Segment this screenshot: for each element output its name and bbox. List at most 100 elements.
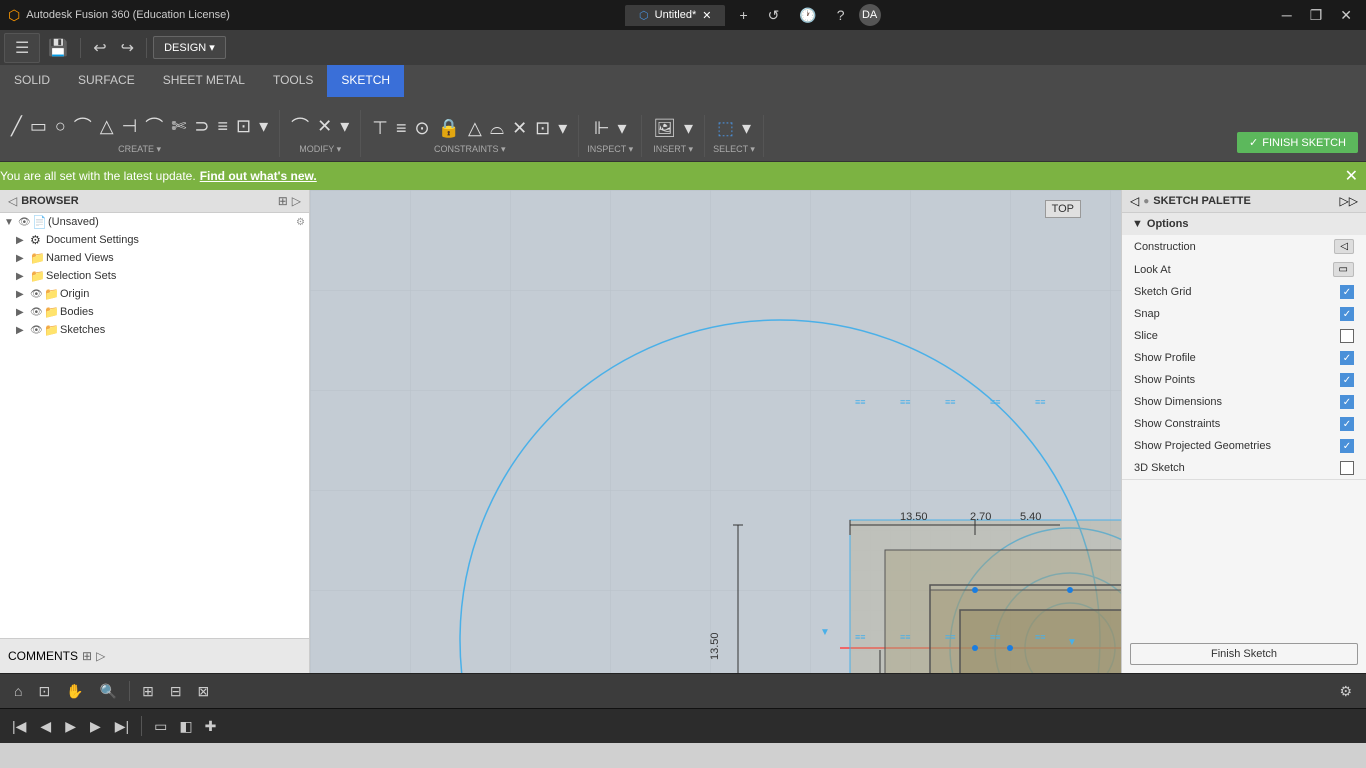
palette-row-snap[interactable]: Snap ✓: [1122, 303, 1366, 325]
text-tool-button[interactable]: ≡: [214, 113, 231, 140]
tree-item-selection-sets[interactable]: ▶ 📁 Selection Sets: [0, 267, 309, 285]
sketch-dim-button[interactable]: ⊡: [233, 113, 254, 140]
timeline-play-button[interactable]: ▶: [61, 716, 80, 737]
tree-arrow-root[interactable]: ▼: [4, 217, 18, 228]
fillet-button[interactable]: ⌒: [288, 110, 312, 142]
rect-tool-button[interactable]: ▭: [27, 113, 50, 140]
redo-button[interactable]: ↪: [115, 34, 140, 62]
palette-row-show-projected[interactable]: Show Projected Geometries ✓: [1122, 435, 1366, 457]
grid-display-button[interactable]: ⊟: [164, 679, 188, 704]
timeline-start-button[interactable]: |◀: [8, 716, 30, 737]
tree-eye-bodies[interactable]: 👁: [30, 307, 44, 318]
restore-button[interactable]: ❐: [1304, 5, 1329, 26]
file-menu-button[interactable]: ☰: [4, 33, 40, 63]
construction-icon-button[interactable]: ◁: [1334, 239, 1354, 254]
mirror-tool-button[interactable]: ⊣: [119, 113, 141, 140]
concentric-button[interactable]: ⊙: [411, 115, 432, 142]
show-dimensions-checkbox[interactable]: ✓: [1340, 395, 1354, 409]
palette-row-show-dimensions[interactable]: Show Dimensions ✓: [1122, 391, 1366, 413]
settings-button[interactable]: ⚙: [1333, 679, 1358, 704]
new-tab-button[interactable]: +: [733, 5, 753, 25]
project-tool-button[interactable]: ⊃: [191, 113, 212, 140]
user-avatar[interactable]: DA: [859, 4, 881, 26]
undo-button[interactable]: ↩: [87, 34, 112, 62]
show-profile-checkbox[interactable]: ✓: [1340, 351, 1354, 365]
tab-sketch[interactable]: SKETCH: [327, 65, 404, 97]
notification-close-button[interactable]: ✕: [1345, 166, 1358, 186]
line-tool-button[interactable]: ╱: [8, 113, 25, 140]
tab-surface[interactable]: SURFACE: [64, 65, 149, 97]
tab-tools[interactable]: TOOLS: [259, 65, 327, 97]
palette-expand-button[interactable]: ▷▷: [1340, 194, 1358, 208]
minimize-button[interactable]: ─: [1276, 5, 1298, 25]
more-insert-button[interactable]: ▾: [681, 115, 696, 142]
look-at-icon-button[interactable]: ▭: [1333, 262, 1354, 277]
close-button[interactable]: ✕: [1334, 5, 1358, 26]
design-menu-button[interactable]: DESIGN ▾: [153, 36, 226, 59]
tab-close-icon[interactable]: ✕: [702, 9, 711, 22]
tree-arrow-sketches[interactable]: ▶: [16, 325, 30, 336]
home-view-button[interactable]: ⌂: [8, 679, 28, 703]
offset-tool-button[interactable]: ⌒: [142, 110, 166, 142]
measure-button[interactable]: ⊩: [591, 115, 613, 142]
environment-button[interactable]: ⊠: [192, 679, 216, 704]
fit-button[interactable]: ⊡: [32, 679, 56, 704]
palette-row-look-at[interactable]: Look At ▭: [1122, 258, 1366, 281]
notification-link[interactable]: Find out what's new.: [200, 169, 317, 183]
timeline-icon-3[interactable]: ✚: [201, 716, 221, 737]
more-select-button[interactable]: ▾: [739, 115, 754, 142]
tree-item-origin[interactable]: ▶ 👁 📁 Origin: [0, 285, 309, 303]
more-modify-button[interactable]: ▾: [337, 113, 352, 140]
tree-eye-root[interactable]: 👁: [18, 217, 32, 228]
more-constraints-button[interactable]: ▾: [555, 115, 570, 142]
tab-untitled[interactable]: ⬡ Untitled* ✕: [625, 5, 725, 26]
collinear-button[interactable]: ≡: [393, 115, 410, 142]
fix-button[interactable]: 🔒: [435, 115, 463, 142]
show-points-checkbox[interactable]: ✓: [1340, 373, 1354, 387]
canvas-area[interactable]: 13.50 2.70 5.40 5.40 13.50 8.: [310, 190, 1121, 673]
tangent-button[interactable]: ⌓: [487, 115, 507, 142]
save-button[interactable]: 💾: [42, 34, 74, 62]
more-create-button[interactable]: ▾: [256, 113, 271, 140]
parallel-button[interactable]: △: [465, 115, 485, 142]
show-constraints-checkbox[interactable]: ✓: [1340, 417, 1354, 431]
help-button[interactable]: ?: [831, 5, 851, 25]
select-button[interactable]: ⬚: [714, 115, 737, 142]
pan-button[interactable]: ✋: [60, 679, 89, 704]
trim-modify-button[interactable]: ✕: [314, 113, 335, 140]
equal-button[interactable]: ✕: [509, 115, 530, 142]
palette-row-3d-sketch[interactable]: 3D Sketch: [1122, 457, 1366, 479]
tree-eye-origin[interactable]: 👁: [30, 289, 44, 300]
tree-item-named-views[interactable]: ▶ 📁 Named Views: [0, 249, 309, 267]
comments-pin-button[interactable]: ⊞: [82, 649, 92, 663]
browser-collapse-button[interactable]: ◁: [8, 194, 17, 208]
slice-checkbox[interactable]: [1340, 329, 1354, 343]
3d-sketch-checkbox[interactable]: [1340, 461, 1354, 475]
palette-row-show-points[interactable]: Show Points ✓: [1122, 369, 1366, 391]
refresh-button[interactable]: ↺: [762, 5, 786, 26]
palette-row-show-constraints[interactable]: Show Constraints ✓: [1122, 413, 1366, 435]
tree-arrow-selection-sets[interactable]: ▶: [16, 271, 30, 282]
tree-settings-root[interactable]: ⚙: [296, 217, 305, 228]
palette-options-header[interactable]: ▼ Options: [1122, 213, 1366, 235]
browser-expand-button[interactable]: ▷: [292, 194, 301, 208]
show-projected-checkbox[interactable]: ✓: [1340, 439, 1354, 453]
tab-solid[interactable]: SOLID: [0, 65, 64, 97]
tree-item-root[interactable]: ▼ 👁 📄 (Unsaved) ⚙: [0, 213, 309, 231]
display-settings-button[interactable]: ⊞: [136, 679, 160, 704]
tree-arrow-origin[interactable]: ▶: [16, 289, 30, 300]
finish-sketch-palette-button[interactable]: Finish Sketch: [1130, 643, 1358, 665]
insert-image-button[interactable]: 🖼: [650, 115, 679, 142]
timeline-icon-1[interactable]: ▭: [150, 716, 171, 737]
tree-eye-sketches[interactable]: 👁: [30, 325, 44, 336]
circle-tool-button[interactable]: ○: [52, 113, 69, 140]
palette-collapse-button[interactable]: ◁: [1130, 194, 1139, 208]
timeline-icon-2[interactable]: ◧: [175, 716, 196, 737]
browser-pin-button[interactable]: ⊞: [278, 194, 288, 208]
palette-row-sketch-grid[interactable]: Sketch Grid ✓: [1122, 281, 1366, 303]
palette-row-show-profile[interactable]: Show Profile ✓: [1122, 347, 1366, 369]
trim-tool-button[interactable]: ✄: [168, 113, 189, 140]
tree-item-bodies[interactable]: ▶ 👁 📁 Bodies: [0, 303, 309, 321]
tree-arrow-bodies[interactable]: ▶: [16, 307, 30, 318]
tab-sheet-metal[interactable]: SHEET METAL: [149, 65, 259, 97]
